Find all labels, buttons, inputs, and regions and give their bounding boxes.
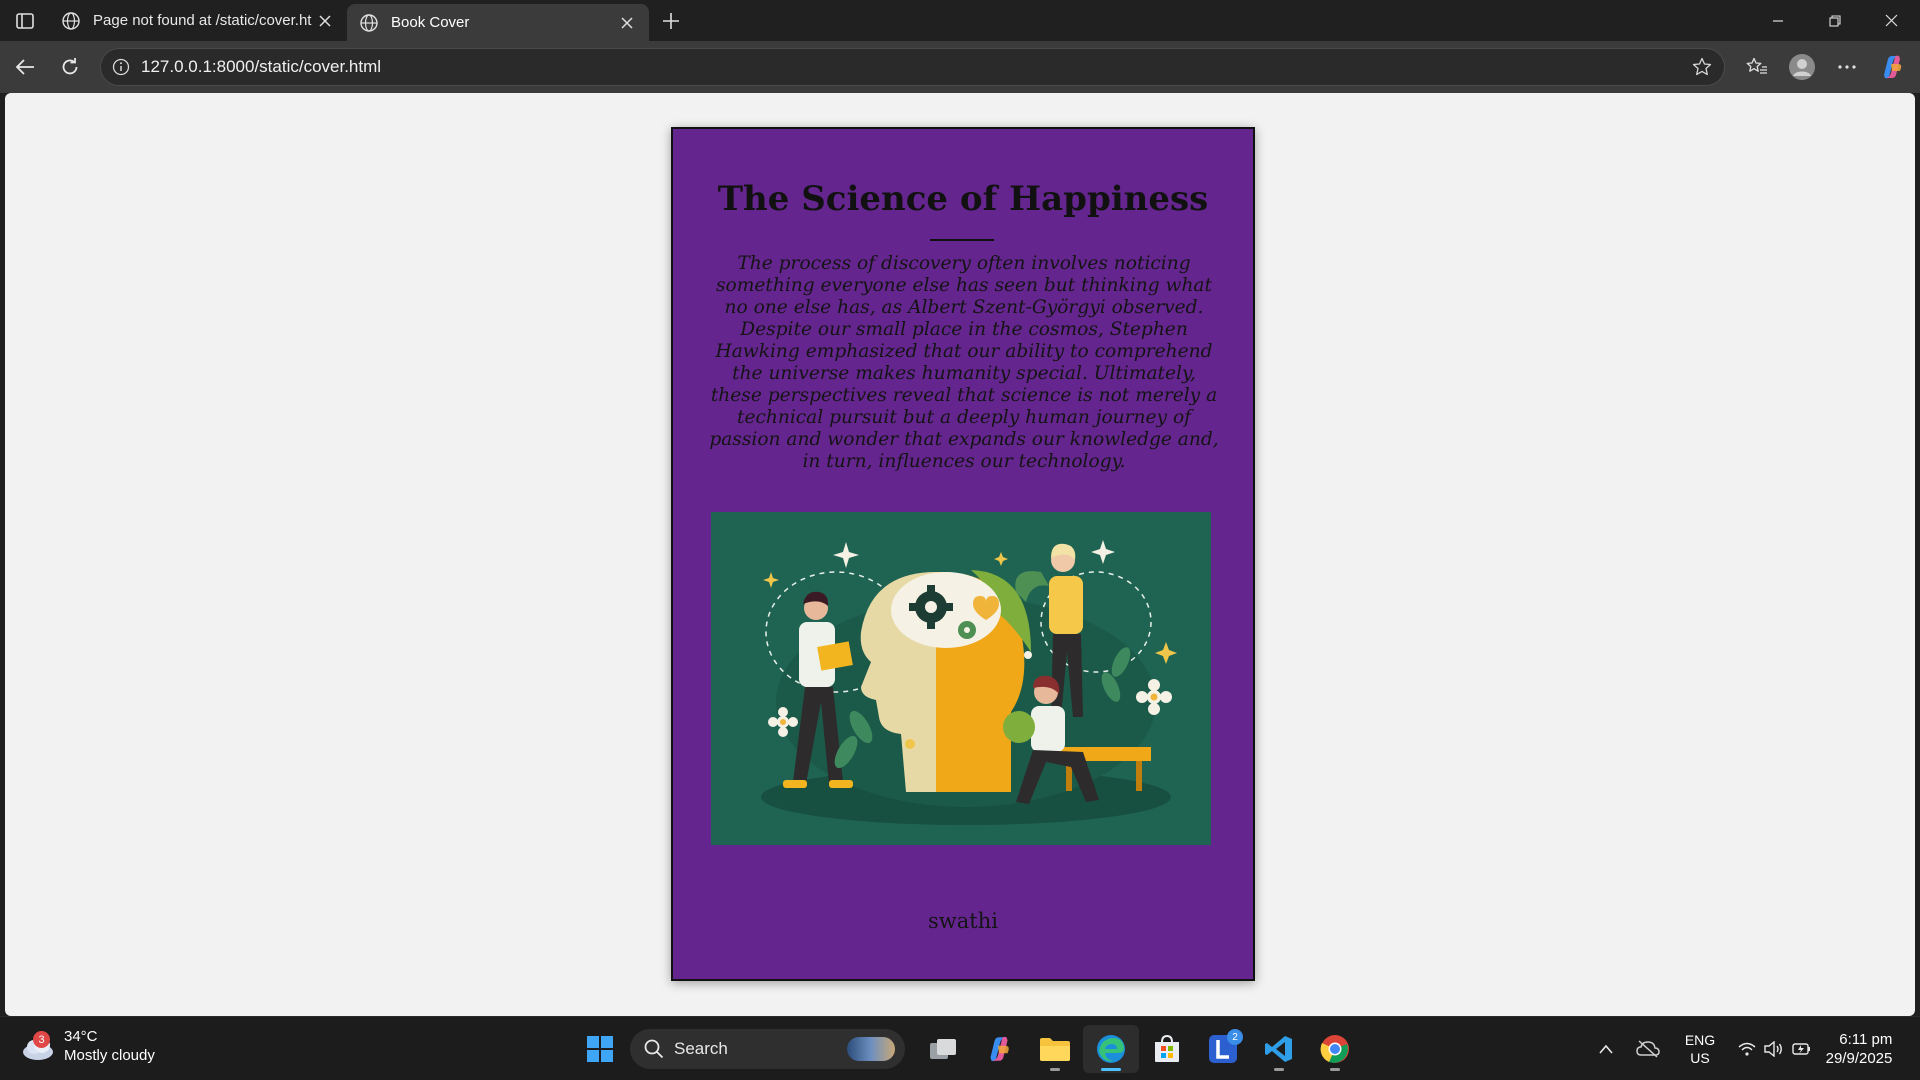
address-bar[interactable]: 127.0.0.1:8000/static/cover.html <box>100 48 1725 86</box>
notification-badge: 2 <box>1227 1029 1243 1045</box>
search-icon <box>644 1039 664 1059</box>
tab-strip: Page not found at /static/cover.ht Book … <box>0 0 1920 41</box>
info-icon <box>112 58 130 76</box>
close-icon <box>1885 14 1898 27</box>
wifi-icon <box>1738 1042 1756 1056</box>
tab-book-cover[interactable]: Book Cover <box>347 4 649 41</box>
taskbar-chrome[interactable] <box>1307 1025 1363 1073</box>
system-tray: ENG US 6:11 pm 29/9/2025 <box>1586 1017 1920 1080</box>
address-url: 127.0.0.1:8000/static/cover.html <box>141 57 382 76</box>
taskbar-vscode[interactable] <box>1251 1025 1307 1073</box>
running-indicator <box>1330 1068 1340 1071</box>
running-indicator <box>1101 1068 1121 1071</box>
star-icon <box>1692 57 1712 76</box>
more-menu-button[interactable] <box>1824 47 1869 87</box>
vscode-icon <box>1265 1036 1292 1062</box>
title-divider <box>930 239 994 241</box>
search-highlight-image <box>847 1037 895 1061</box>
weather-temp: 34°C <box>64 1028 98 1045</box>
cloud-off-icon <box>1636 1040 1660 1058</box>
book-cover: The Science of Happiness The process of … <box>671 127 1255 981</box>
toolbar-right <box>1734 41 1920 93</box>
avatar-icon <box>1788 54 1815 80</box>
minimize-button[interactable] <box>1749 0 1806 41</box>
profile-button[interactable] <box>1779 47 1824 87</box>
taskbar-copilot[interactable] <box>971 1025 1027 1073</box>
edge-icon <box>1097 1035 1125 1063</box>
show-hidden-icons-button[interactable] <box>1586 1025 1626 1073</box>
close-icon <box>621 16 633 29</box>
taskbar-l-app[interactable]: 2 <box>1195 1025 1251 1073</box>
taskbar-edge[interactable] <box>1083 1025 1139 1073</box>
region-code: US <box>1690 1050 1710 1066</box>
language-indicator[interactable]: ENG US <box>1670 1025 1730 1073</box>
plus-icon <box>663 12 679 29</box>
more-dots-icon <box>1837 65 1856 69</box>
windows-logo-icon <box>587 1036 613 1062</box>
onedrive-button[interactable] <box>1626 1025 1670 1073</box>
taskbar-apps: Search 2 <box>578 1025 1363 1073</box>
tab-actions-icon <box>15 12 34 29</box>
window-controls <box>1749 0 1920 41</box>
taskbar-task-view[interactable] <box>915 1025 971 1073</box>
favorites-button[interactable] <box>1734 47 1779 87</box>
task-view-icon <box>930 1039 956 1059</box>
tab-page-not-found[interactable]: Page not found at /static/cover.ht <box>49 0 347 41</box>
book-blurb: The process of discovery often involves … <box>709 253 1219 472</box>
tab-actions-button[interactable] <box>0 0 49 41</box>
new-tab-button[interactable] <box>649 0 693 41</box>
taskbar-store[interactable] <box>1139 1025 1195 1073</box>
minimize-icon <box>1772 19 1783 22</box>
chevron-up-icon <box>1599 1044 1613 1054</box>
taskbar-search[interactable]: Search <box>630 1029 905 1069</box>
clock[interactable]: 6:11 pm 29/9/2025 <box>1820 1025 1920 1073</box>
start-button[interactable] <box>578 1027 622 1071</box>
back-button[interactable] <box>2 47 47 87</box>
clock-date: 29/9/2025 <box>1825 1050 1893 1067</box>
globe-icon <box>360 13 378 32</box>
restore-button[interactable] <box>1806 0 1863 41</box>
quick-settings-button[interactable] <box>1730 1025 1820 1073</box>
close-tab-button[interactable] <box>617 13 637 33</box>
page-viewport: The Science of Happiness The process of … <box>5 93 1915 1016</box>
book-author: swathi <box>928 909 998 933</box>
taskbar-file-explorer[interactable] <box>1027 1025 1083 1073</box>
favorite-button[interactable] <box>1680 57 1724 77</box>
clock-time: 6:11 pm <box>1839 1031 1893 1048</box>
book-title: The Science of Happiness <box>717 179 1209 219</box>
site-info-button[interactable] <box>101 58 141 76</box>
refresh-button[interactable] <box>47 47 92 87</box>
windows-taskbar: 3 34°C Mostly cloudy Search 2 ENG US 6:1… <box>0 1016 1920 1080</box>
running-indicator <box>1274 1068 1284 1071</box>
weather-badge: 3 <box>33 1031 50 1048</box>
refresh-icon <box>62 58 77 75</box>
copilot-icon <box>990 1036 1009 1062</box>
restore-icon <box>1828 14 1841 27</box>
copilot-icon <box>1883 55 1901 79</box>
tab-title: Book Cover <box>391 14 470 31</box>
close-icon <box>319 14 331 27</box>
weather-condition: Mostly cloudy <box>64 1047 155 1064</box>
weather-widget[interactable]: 3 34°C Mostly cloudy <box>20 1027 155 1065</box>
close-tab-button[interactable] <box>315 11 335 31</box>
running-indicator <box>1050 1068 1060 1071</box>
cover-illustration <box>711 512 1211 845</box>
globe-icon <box>62 11 80 30</box>
back-arrow-icon <box>15 59 34 75</box>
search-placeholder: Search <box>674 1039 728 1058</box>
close-window-button[interactable] <box>1863 0 1920 41</box>
copilot-button[interactable] <box>1869 47 1914 87</box>
browser-toolbar: 127.0.0.1:8000/static/cover.html <box>0 41 1920 93</box>
tab-title: Page not found at /static/cover.ht <box>93 12 312 29</box>
folder-icon <box>1040 1038 1070 1061</box>
volume-icon <box>1764 1041 1782 1057</box>
chrome-icon <box>1320 1035 1349 1063</box>
microsoft-store-icon <box>1155 1034 1179 1062</box>
cloud-icon: 3 <box>20 1028 56 1064</box>
language-code: ENG <box>1684 1032 1716 1048</box>
favorites-list-icon <box>1746 57 1767 74</box>
happiness-illustration <box>711 512 1211 845</box>
battery-charging-icon <box>1792 1043 1810 1055</box>
